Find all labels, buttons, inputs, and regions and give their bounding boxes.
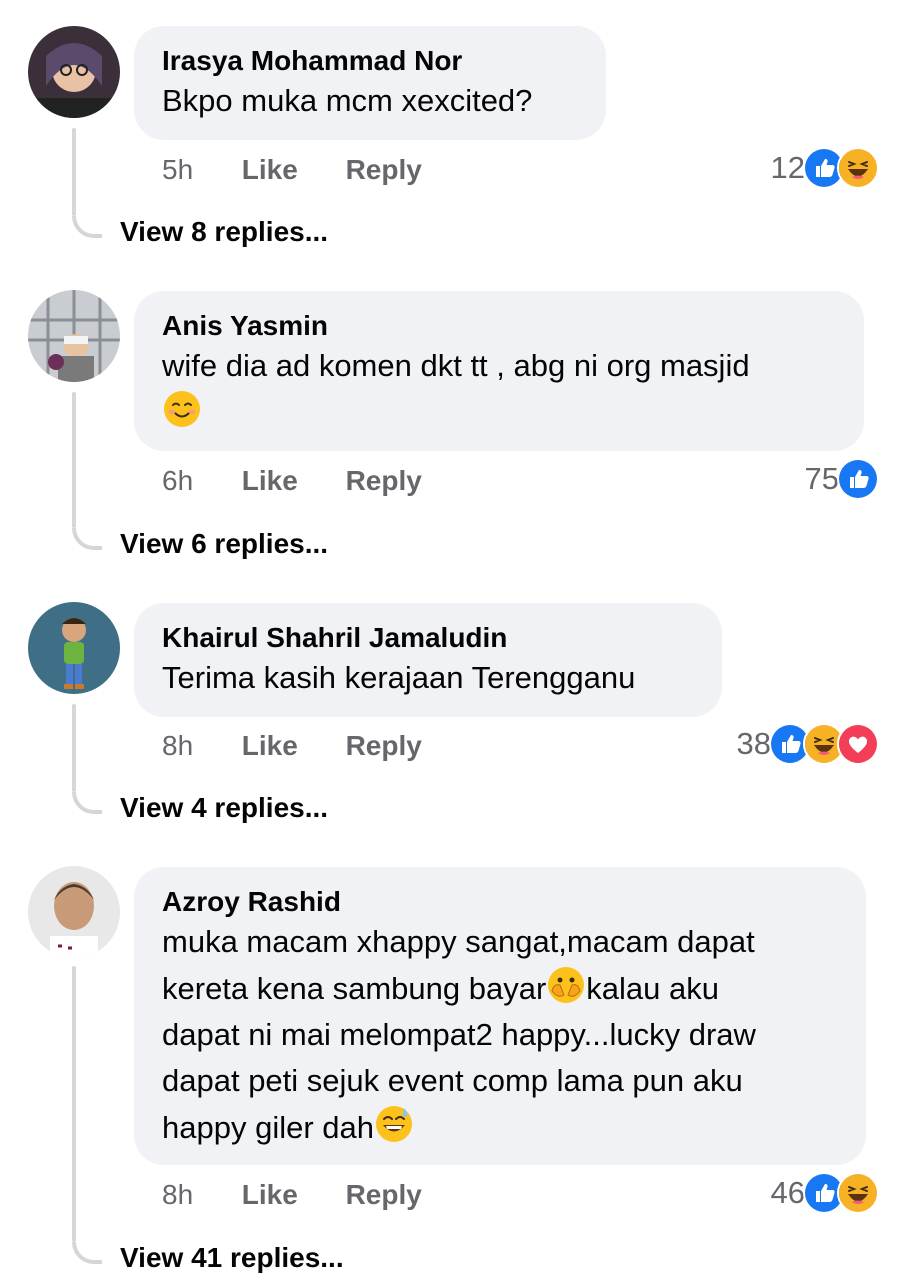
comment-time[interactable]: 8h [162,1178,234,1212]
reply-button[interactable]: Reply [346,153,422,187]
thread-line [72,704,76,792]
commenter-name[interactable]: Anis Yasmin [162,309,836,343]
comment-text: wife dia ad komen dkt tt , abg ni org ma… [162,348,750,383]
reply-button[interactable]: Reply [346,1178,422,1212]
reaction-summary[interactable]: 12 [770,147,879,189]
commenter-name[interactable]: Irasya Mohammad Nor [162,44,578,78]
view-replies-link[interactable]: View 4 replies... [120,792,328,824]
comment-actions: 8h Like Reply [162,729,422,763]
comment-text: Terima kasih kerajaan Terengganu [162,660,636,695]
comment-text-segment: kalau aku [586,971,720,1006]
comment-bubble: Anis Yasmin wife dia ad komen dkt tt , a… [134,291,864,451]
love-icon [837,723,879,765]
like-button[interactable]: Like [242,729,338,763]
avatar[interactable] [28,290,120,382]
reply-button[interactable]: Reply [346,464,422,498]
comment-time[interactable]: 5h [162,153,234,187]
comment-time[interactable]: 8h [162,729,234,763]
avatar[interactable] [28,602,120,694]
view-replies-link[interactable]: View 41 replies... [120,1242,344,1274]
comment-text: Bkpo muka mcm xexcited? [162,83,533,118]
like-button[interactable]: Like [242,464,338,498]
commenter-name[interactable]: Azroy Rashid [162,885,838,919]
reaction-summary[interactable]: 38 [736,723,879,765]
thread-line [72,392,76,528]
comment-actions: 6h Like Reply [162,464,422,498]
reaction-count: 12 [770,150,805,185]
thread-line [72,966,76,1242]
comment-text-line: dapat peti sejuk event comp lama pun aku [162,1063,743,1098]
grinning-sweat-emoji [374,1104,414,1144]
comment-bubble: Azroy Rashid muka macam xhappy sangat,ma… [134,867,866,1165]
view-replies-link[interactable]: View 6 replies... [120,528,328,560]
haha-icon [837,147,879,189]
like-button[interactable]: Like [242,1178,338,1212]
like-button[interactable]: Like [242,153,338,187]
thread-curve [72,216,102,238]
comment-time[interactable]: 6h [162,464,234,498]
thread-curve [72,1242,102,1264]
thread-line [72,128,76,216]
avatar[interactable] [28,866,120,958]
thread-curve [72,528,102,550]
comment-actions: 5h Like Reply [162,153,422,187]
like-icon [837,458,879,500]
thread-curve [72,792,102,814]
reaction-count: 75 [804,461,839,496]
comment-text-line: muka macam xhappy sangat,macam dapat [162,924,755,959]
reaction-summary[interactable]: 46 [770,1172,879,1214]
reaction-summary[interactable]: 75 [804,458,879,500]
avatar[interactable] [28,26,120,118]
comment-bubble: Irasya Mohammad Nor Bkpo muka mcm xexcit… [134,26,606,140]
smiling-blush-emoji [162,389,202,429]
comment-actions: 8h Like Reply [162,1178,422,1212]
reply-button[interactable]: Reply [346,729,422,763]
comment-text-line: dapat ni mai melompat2 happy...lucky dra… [162,1017,756,1052]
comment-text-segment: happy giler dah [162,1110,374,1145]
reaction-count: 38 [736,726,771,761]
haha-icon [837,1172,879,1214]
view-replies-link[interactable]: View 8 replies... [120,216,328,248]
face-with-hand-over-mouth-emoji [546,965,586,1005]
reaction-count: 46 [770,1175,805,1210]
commenter-name[interactable]: Khairul Shahril Jamaludin [162,621,694,655]
comment-bubble: Khairul Shahril Jamaludin Terima kasih k… [134,603,722,717]
comment-text-segment: kereta kena sambung bayar [162,971,547,1006]
